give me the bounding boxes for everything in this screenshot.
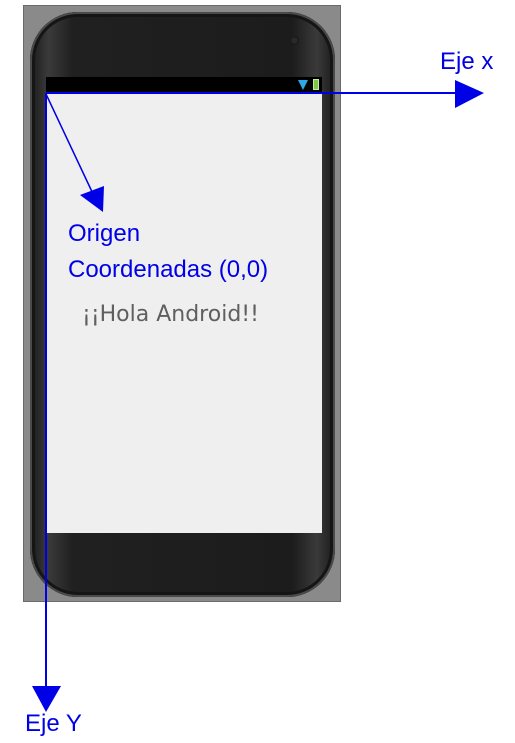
x-axis-arrowhead — [455, 80, 484, 108]
x-axis-label: Eje x — [440, 48, 494, 75]
origin-label-line2: Coordenadas (0,0) — [68, 256, 269, 283]
origin-pointer-arrowhead — [80, 186, 104, 212]
y-axis-label: Eje Y — [25, 710, 82, 737]
origin-pointer-line — [45, 93, 95, 197]
origin-label-line1: Origen — [68, 220, 141, 247]
y-axis-arrowhead — [32, 686, 61, 712]
axes-overlay — [32, 80, 484, 712]
